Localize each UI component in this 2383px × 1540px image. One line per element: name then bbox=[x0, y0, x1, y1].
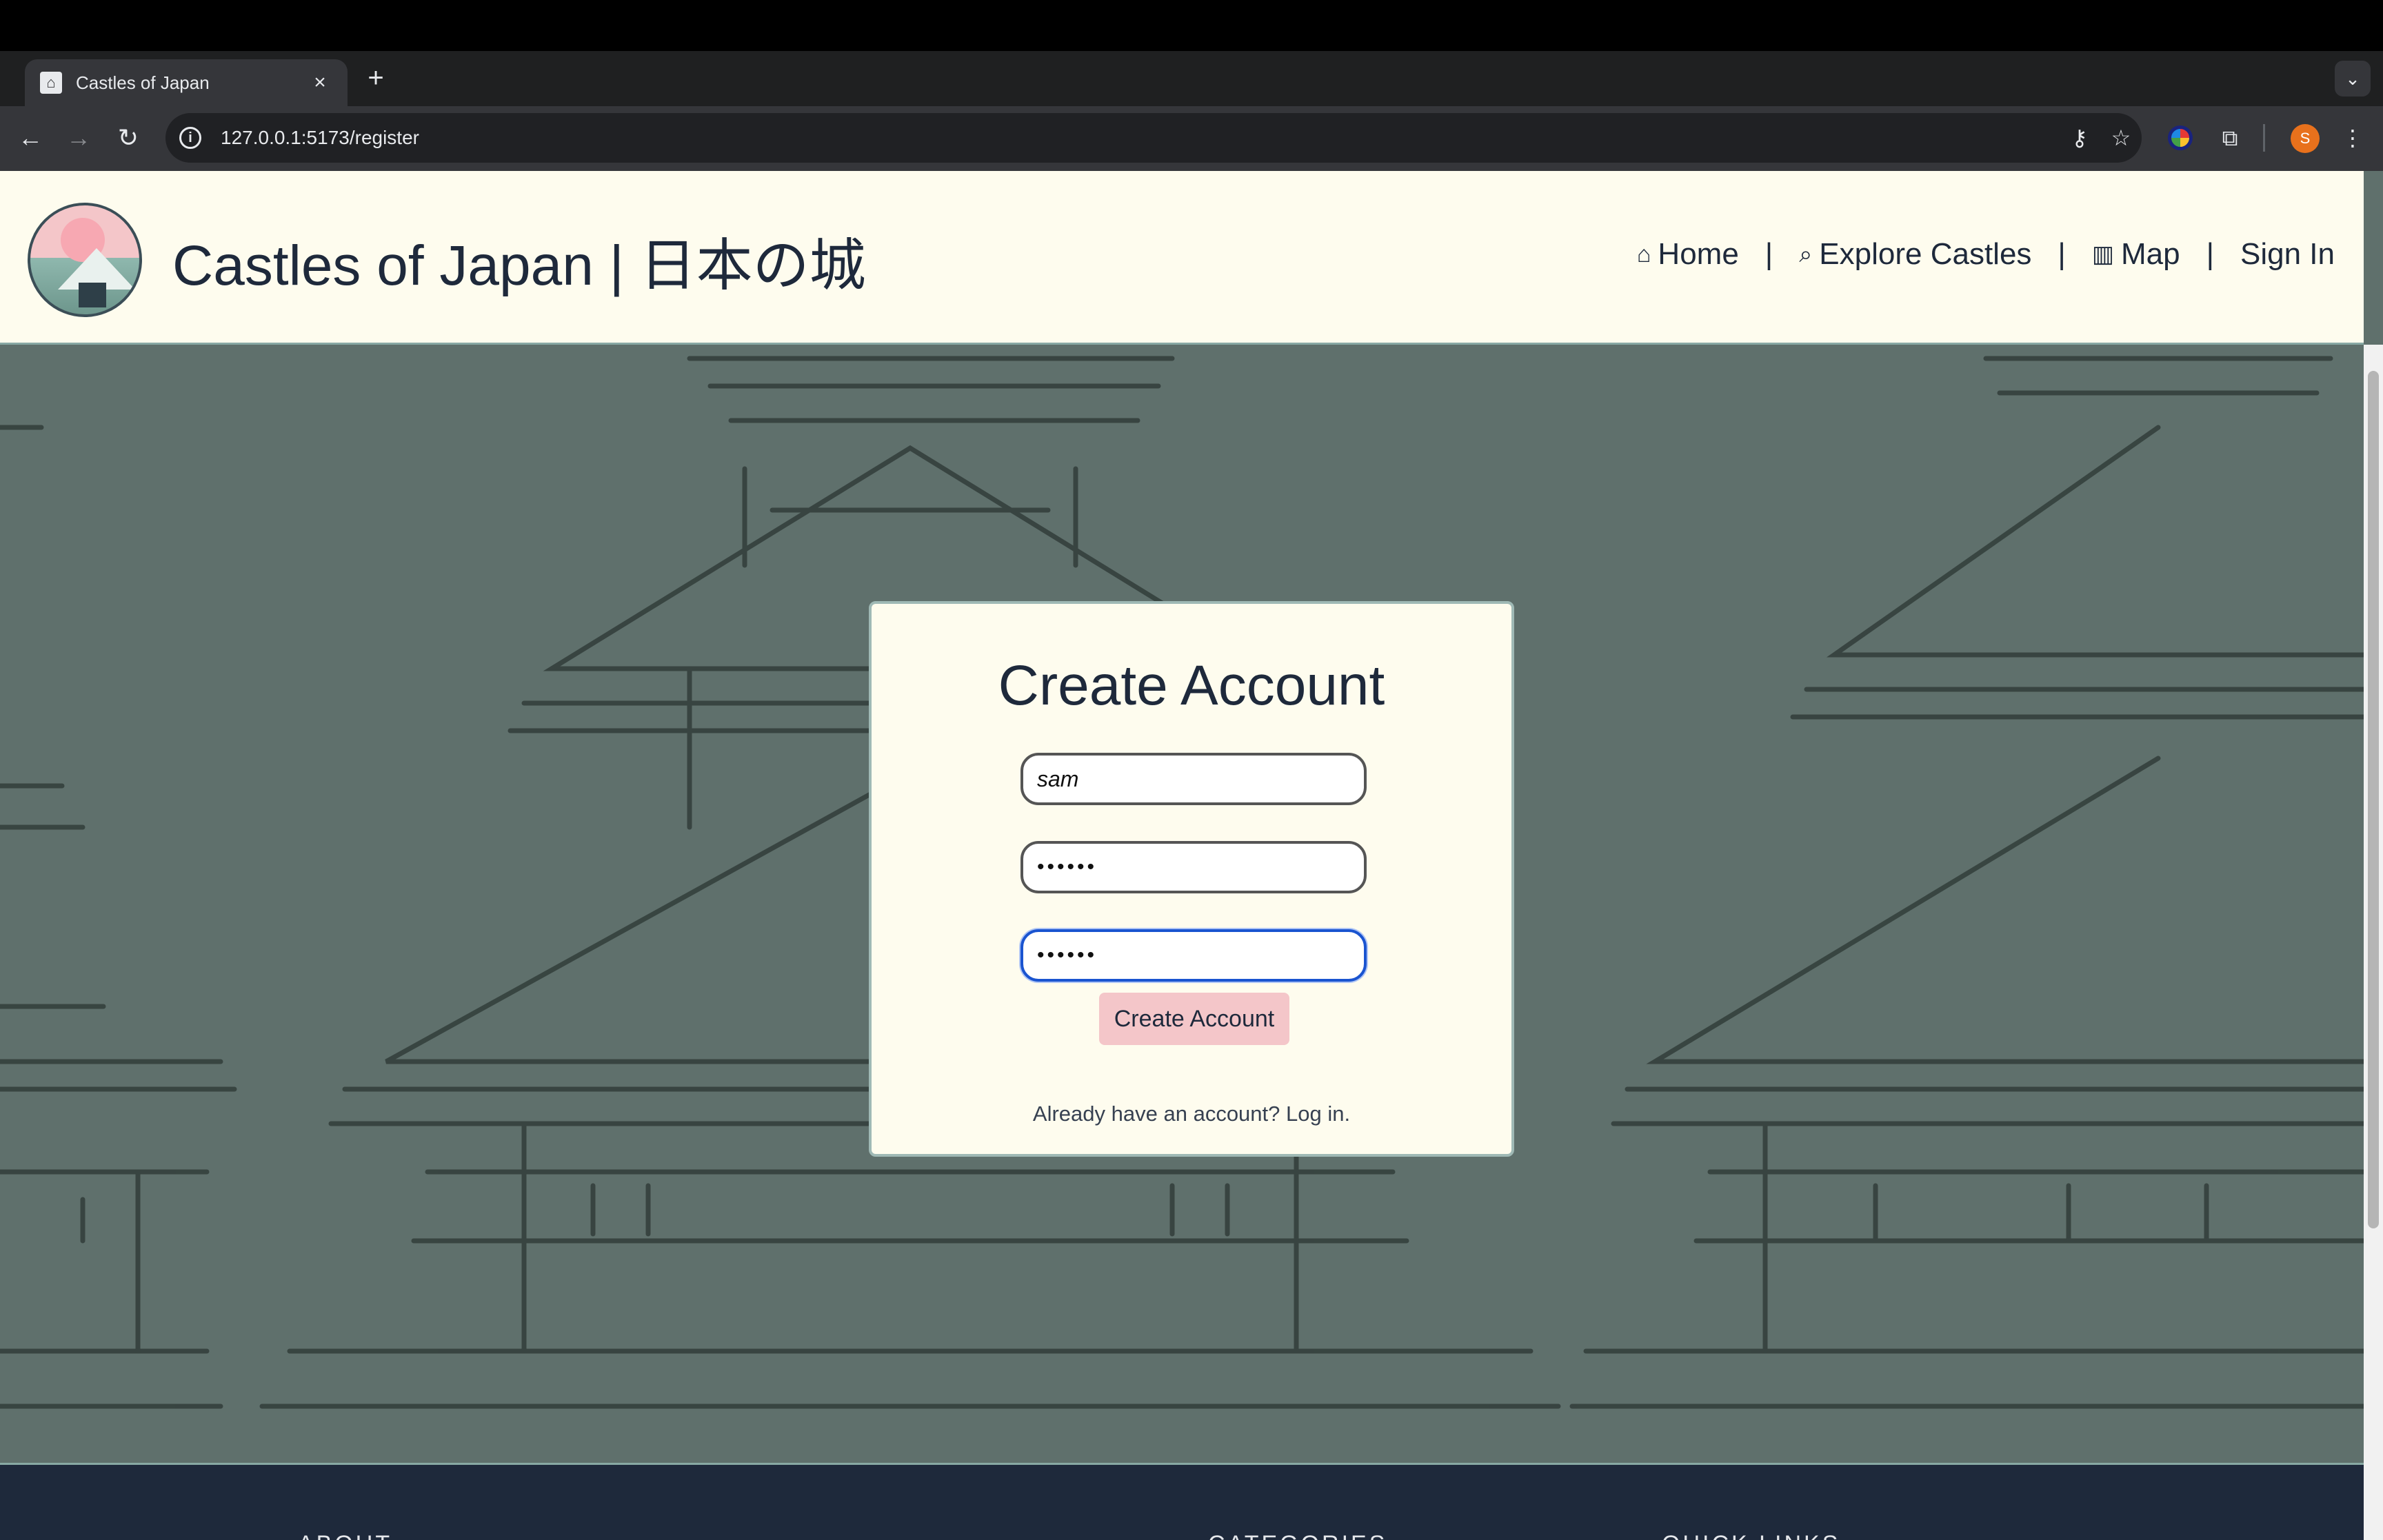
home-icon: ⌂ bbox=[1636, 241, 1651, 267]
page-scrollbar-thumb[interactable] bbox=[2368, 371, 2379, 1228]
system-top-bar bbox=[0, 0, 2383, 51]
nav-separator: | bbox=[2206, 237, 2215, 271]
nav-map-label: Map bbox=[2120, 237, 2180, 271]
extension-icon[interactable] bbox=[2168, 125, 2193, 150]
reload-icon[interactable]: ↻ bbox=[110, 120, 146, 156]
logo-castle-shape bbox=[79, 283, 106, 307]
new-tab-icon[interactable]: + bbox=[361, 63, 390, 92]
tab-title: Castles of Japan bbox=[76, 72, 210, 93]
password-input[interactable]: •••••• bbox=[1020, 841, 1367, 893]
username-input[interactable]: sam bbox=[1020, 753, 1367, 805]
nav-explore-label: Explore Castles bbox=[1819, 237, 2032, 271]
site-logo[interactable] bbox=[28, 203, 142, 317]
close-tab-icon[interactable]: × bbox=[308, 71, 332, 94]
browser-tab[interactable]: ⌂ Castles of Japan × bbox=[25, 59, 348, 106]
login-link[interactable]: Already have an account? Log in. bbox=[872, 1102, 1511, 1126]
nav-separator: | bbox=[2058, 237, 2066, 271]
toolbar-divider bbox=[2263, 124, 2265, 152]
extensions-puzzle-icon[interactable]: ⧉ bbox=[2213, 121, 2246, 154]
site-footer: ABOUT CATEGORIES QUICK LINKS bbox=[0, 1463, 2364, 1540]
confirm-password-input[interactable]: •••••• bbox=[1020, 929, 1367, 982]
footer-heading-categories: CATEGORIES bbox=[1208, 1531, 1387, 1540]
password-key-icon[interactable]: ⚷ bbox=[2059, 125, 2100, 151]
create-account-button[interactable]: Create Account bbox=[1099, 993, 1289, 1045]
site-title[interactable]: Castles of Japan | 日本の城 bbox=[172, 219, 866, 301]
back-arrow-icon[interactable]: ← bbox=[12, 120, 48, 156]
forward-arrow-icon[interactable]: → bbox=[61, 120, 97, 156]
castle-favicon-icon: ⌂ bbox=[40, 72, 62, 94]
bookmark-star-icon[interactable]: ☆ bbox=[2100, 125, 2142, 151]
nav-separator: | bbox=[1764, 237, 1773, 271]
map-icon: ▥ bbox=[2091, 241, 2114, 267]
address-bar[interactable]: i 127.0.0.1:5173/register ⚷ ☆ bbox=[165, 113, 2142, 163]
site-header: Castles of Japan | 日本の城 ⌂ Home | ⌕ Explo… bbox=[0, 171, 2364, 345]
tab-search-chevron-icon[interactable]: ⌄ bbox=[2335, 61, 2371, 97]
main-nav: ⌂ Home | ⌕ Explore Castles | ▥ Map | Sig… bbox=[1637, 237, 2335, 272]
profile-avatar[interactable]: S bbox=[2291, 124, 2320, 153]
nav-home-link[interactable]: ⌂ Home bbox=[1637, 237, 1739, 272]
nav-sign-in-link[interactable]: Sign In bbox=[2240, 237, 2335, 272]
form-title: Create Account bbox=[998, 654, 1385, 717]
tab-strip bbox=[0, 51, 2383, 106]
nav-map-link[interactable]: ▥ Map bbox=[2092, 237, 2180, 272]
footer-heading-quick-links: QUICK LINKS bbox=[1662, 1531, 1840, 1540]
nav-home-label: Home bbox=[1658, 237, 1739, 271]
footer-heading-about: ABOUT bbox=[298, 1531, 392, 1540]
register-card: Create Account sam •••••• •••••• Create … bbox=[869, 601, 1514, 1157]
search-icon: ⌕ bbox=[1799, 241, 1813, 267]
page-viewport: Castles of Japan | 日本の城 ⌂ Home | ⌕ Explo… bbox=[0, 171, 2383, 1540]
browser-menu-icon[interactable]: ⋮ bbox=[2336, 121, 2369, 154]
nav-explore-link[interactable]: ⌕ Explore Castles bbox=[1799, 237, 2031, 272]
url-text[interactable]: 127.0.0.1:5173/register bbox=[221, 127, 2059, 149]
site-info-icon[interactable]: i bbox=[179, 127, 201, 149]
